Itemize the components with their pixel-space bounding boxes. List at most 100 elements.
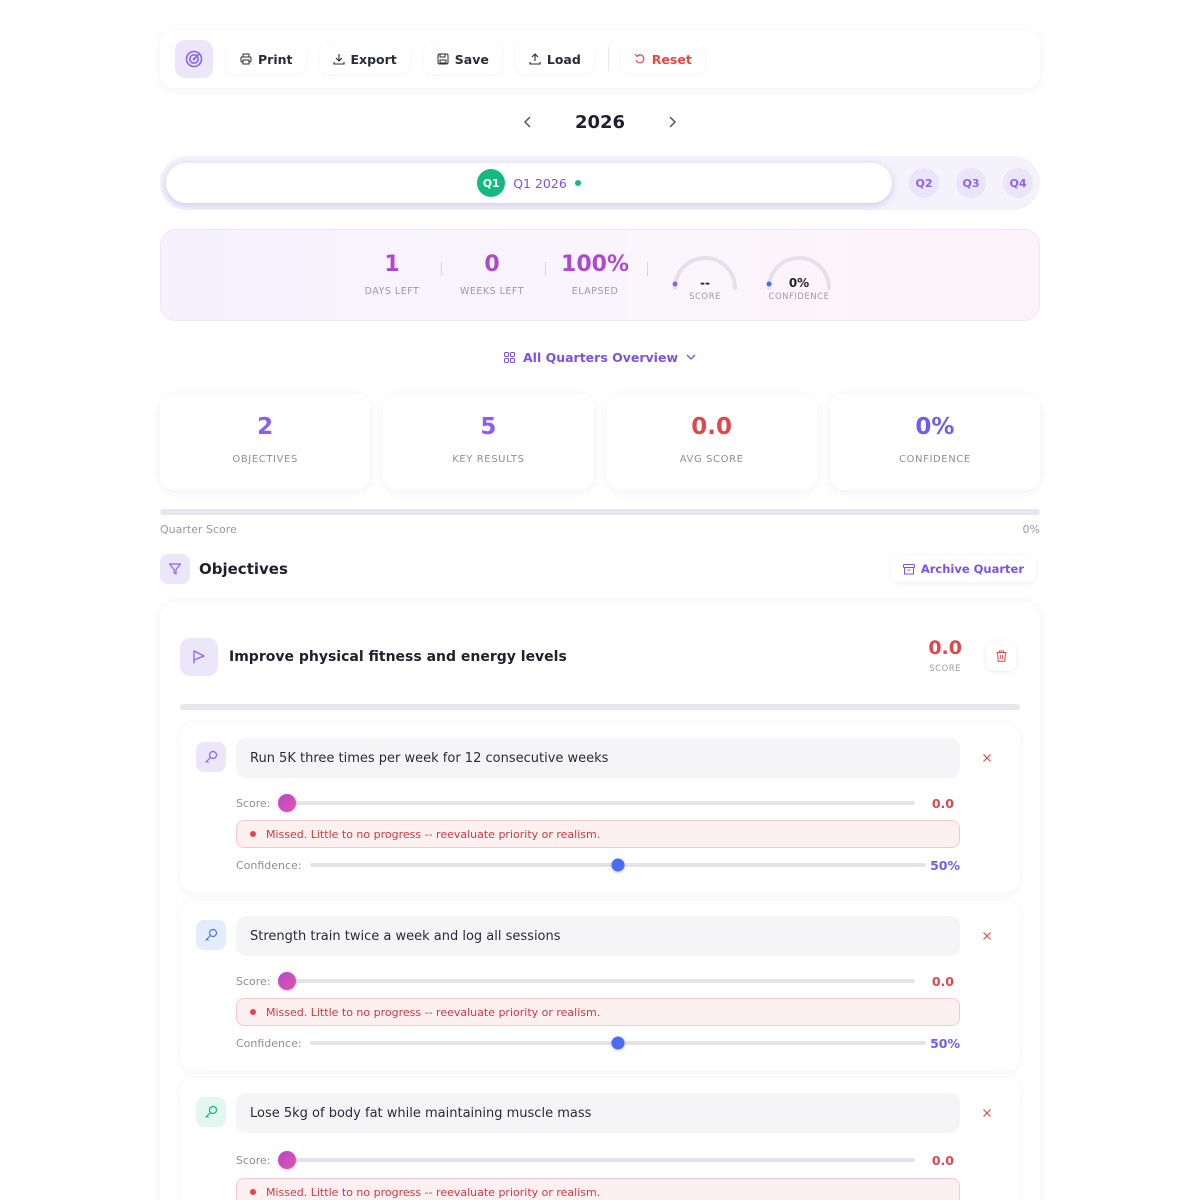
toolbar: Print Export Save Load Reset [160, 30, 1040, 88]
score-label: Score: [236, 796, 271, 810]
save-button[interactable]: Save [423, 44, 502, 74]
score-row: Score: 0.0 [236, 793, 960, 813]
undo-icon [634, 53, 645, 64]
archive-icon [902, 563, 915, 574]
objective-progress-bar [180, 704, 1020, 710]
days-left-stat: 1 DAYS LEFT [352, 252, 432, 297]
objectives-title: Objectives [199, 560, 288, 578]
reset-button[interactable]: Reset [620, 44, 705, 74]
quarter-score-row: Quarter Score 0% [160, 523, 1040, 536]
archive-quarter-label: Archive Quarter [920, 562, 1024, 576]
confidence-value: 0% [915, 414, 955, 440]
export-label: Export [350, 51, 397, 67]
score-gauge-value: -- [700, 276, 710, 290]
trash-icon [996, 650, 1006, 662]
objective-score-value: 0.0 [928, 637, 962, 659]
score-slider[interactable] [277, 794, 915, 812]
warning-dot-icon [250, 1189, 256, 1195]
confidence-label: CONFIDENCE [898, 454, 971, 465]
score-value: 0.0 [931, 973, 954, 989]
confidence-gauge-label: CONFIDENCE [768, 292, 830, 302]
remove-key-result-button[interactable] [974, 1100, 1000, 1126]
remove-key-result-button[interactable] [974, 923, 1000, 949]
warning-text: Missed. Little to no progress -- reevalu… [266, 1185, 601, 1199]
download-icon [332, 54, 345, 65]
confidence-label: Confidence: [236, 1036, 302, 1050]
confidence-slider-thumb[interactable] [611, 858, 625, 872]
chevron-down-icon [686, 354, 696, 360]
target-icon[interactable] [175, 40, 213, 78]
score-slider[interactable] [277, 972, 915, 990]
chevron-left-icon[interactable] [521, 115, 535, 129]
key-results-count-card: 5 KEY RESULTS [383, 394, 594, 490]
confidence-slider[interactable] [309, 858, 926, 872]
key-icon [196, 742, 226, 772]
key-result-input[interactable]: Run 5K three times per week for 12 conse… [236, 738, 960, 778]
tab-q2[interactable]: Q2 [909, 168, 939, 198]
chevron-right-icon[interactable] [665, 115, 679, 129]
objectives-count-label: OBJECTIVES [232, 454, 298, 465]
confidence-label: Confidence: [236, 858, 302, 872]
missed-warning: Missed. Little to no progress -- reevalu… [236, 998, 960, 1026]
toolbar-divider [607, 47, 609, 71]
missed-warning: Missed. Little to no progress -- reevalu… [236, 1178, 960, 1200]
key-result-input[interactable]: Strength train twice a week and log all … [236, 916, 960, 956]
confidence-slider[interactable] [309, 1036, 926, 1050]
weeks-left-label: WEEKS LEFT [459, 286, 525, 297]
quarter-score-bar [160, 509, 1040, 515]
objective-card: Improve physical fitness and energy leve… [160, 601, 1040, 1200]
print-label: Print [258, 51, 293, 67]
avg-score-card: 0.0 AVG SCORE [606, 394, 817, 490]
close-icon [983, 932, 991, 940]
load-button[interactable]: Load [515, 44, 594, 74]
key-result-card: Run 5K three times per week for 12 conse… [180, 723, 1020, 893]
score-label: Score: [236, 974, 271, 988]
score-slider-thumb[interactable] [277, 1151, 296, 1169]
confidence-gauge: 0% CONFIDENCE [763, 250, 835, 306]
overview-label: All Quarters Overview [522, 349, 678, 365]
summary-cards: 2 OBJECTIVES 5 KEY RESULTS 0.0 AVG SCORE… [160, 394, 1040, 490]
days-left-label: DAYS LEFT [364, 286, 420, 297]
grid-icon [503, 351, 515, 363]
tab-q1[interactable]: Q1 Q1 2026 [166, 163, 892, 203]
elapsed-label: ELAPSED [571, 286, 619, 297]
weeks-left-stat: 0 WEEKS LEFT [452, 252, 532, 297]
confidence-slider-thumb[interactable] [611, 1036, 625, 1050]
close-icon [983, 1109, 991, 1117]
elapsed-stat: 100% ELAPSED [555, 252, 635, 297]
objective-header: Improve physical fitness and energy leve… [180, 637, 1020, 677]
score-slider-thumb[interactable] [277, 794, 296, 812]
confidence-value: 50% [930, 1035, 960, 1051]
tab-q3[interactable]: Q3 [956, 168, 986, 198]
confidence-card: 0% CONFIDENCE [829, 394, 1040, 490]
year-navigation: 2026 [160, 108, 1040, 136]
stat-divider [545, 262, 546, 276]
print-button[interactable]: Print [227, 44, 306, 74]
filter-icon [160, 554, 190, 584]
missed-warning: Missed. Little to no progress -- reevalu… [236, 820, 960, 848]
delete-objective-button[interactable] [986, 641, 1016, 671]
score-slider-thumb[interactable] [277, 972, 296, 990]
weeks-left-value: 0 [484, 252, 500, 277]
objective-title[interactable]: Improve physical fitness and energy leve… [229, 649, 567, 665]
all-quarters-overview-toggle[interactable]: All Quarters Overview [160, 347, 1040, 367]
warning-dot-icon [250, 831, 256, 837]
floppy-disk-icon [437, 53, 449, 65]
remove-key-result-button[interactable] [974, 745, 1000, 771]
flag-icon [180, 638, 218, 676]
confidence-row: Confidence: 50% [236, 855, 960, 875]
score-slider[interactable] [277, 1151, 915, 1169]
score-value: 0.0 [931, 795, 954, 811]
warning-dot-icon [250, 1009, 256, 1015]
load-label: Load [546, 51, 581, 67]
score-label: Score: [236, 1153, 271, 1167]
objective-score: 0.0 SCORE [928, 637, 962, 674]
year-label: 2026 [574, 111, 626, 133]
quarter-tabs: Q1 Q1 2026 Q2 Q3 Q4 [160, 156, 1040, 210]
export-button[interactable]: Export [319, 44, 410, 74]
tab-q4[interactable]: Q4 [1003, 168, 1033, 198]
archive-quarter-button[interactable]: Archive Quarter [890, 556, 1036, 582]
elapsed-value: 100% [561, 252, 629, 277]
q1-label: Q1 2026 [513, 175, 567, 191]
key-result-input[interactable]: Lose 5kg of body fat while maintaining m… [236, 1093, 960, 1133]
